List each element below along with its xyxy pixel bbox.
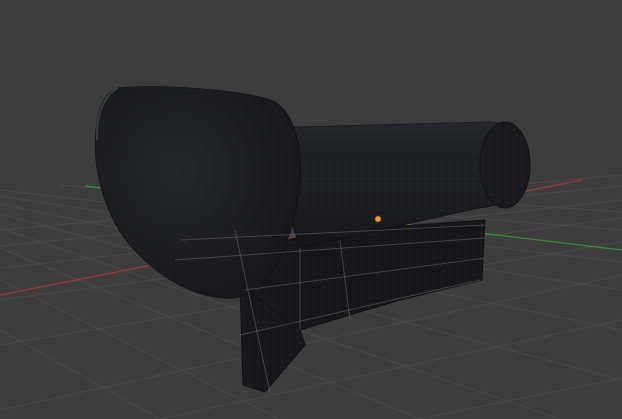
tube-end-cap-shade bbox=[480, 122, 530, 208]
funnel-mouth-shade bbox=[95, 86, 301, 299]
viewport-canvas[interactable] bbox=[0, 0, 622, 419]
3d-viewport[interactable] bbox=[0, 0, 622, 419]
origin-point[interactable] bbox=[374, 215, 382, 223]
